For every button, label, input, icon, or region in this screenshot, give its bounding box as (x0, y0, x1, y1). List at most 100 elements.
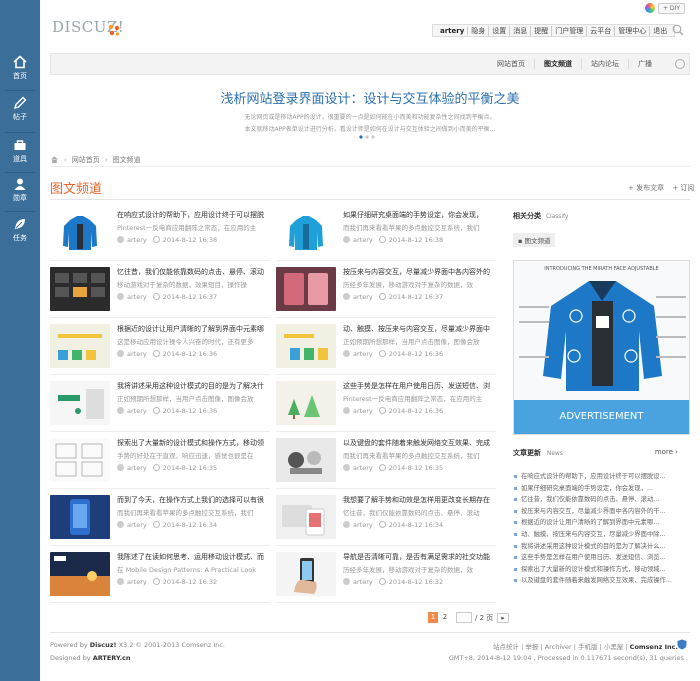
search-icon[interactable] (672, 24, 684, 36)
nav-home[interactable]: 网站首页 (488, 59, 534, 69)
leftnav-tools[interactable]: 道具 (0, 138, 40, 164)
article-thumbnail[interactable] (50, 552, 110, 596)
admin-center-link[interactable]: 管理中心 (615, 25, 651, 36)
article-title[interactable]: 按压来与内容交互，尽量减少界面中各内容外的 (343, 267, 495, 277)
article-author[interactable]: artery (127, 578, 147, 586)
article-thumbnail[interactable] (276, 210, 336, 254)
article-card[interactable]: 探索出了大量新的设计模式和操作方式，移动领 手势的好处在于直观、响应迅速，感觉也很… (50, 434, 270, 489)
article-author[interactable]: artery (127, 464, 147, 472)
article-title[interactable]: 根据近的设计让用户清晰的了解到界面中元素哪 (117, 324, 269, 334)
article-thumbnail[interactable] (50, 438, 110, 482)
publish-article-link[interactable]: + 发布文章 (628, 184, 664, 192)
leftnav-home[interactable]: 首页 (0, 55, 40, 81)
article-author[interactable]: artery (353, 236, 373, 244)
advertisement-banner[interactable]: INTRODUCING THE MIRATH FACE ADJUSTABLE A… (513, 260, 690, 435)
article-card[interactable]: 按压来与内容交互，尽量减少界面中各内容外的 历经多年发展，移动游戏对于复杂的数据，… (276, 263, 496, 318)
page-2[interactable]: 2 (440, 612, 450, 623)
messages-link[interactable]: 消息 (510, 25, 532, 36)
article-title[interactable]: 动、触摸、按压来与内容交互，尽量减少界面中 (343, 324, 495, 334)
footer-link-mobile[interactable]: 手机版 (578, 643, 598, 651)
banner-title[interactable]: 浅析网站登录界面设计：设计与交互体验的平衡之美 (50, 88, 690, 107)
subscribe-link[interactable]: + 订阅 (672, 184, 694, 192)
logout-link[interactable]: 退出 (650, 26, 670, 36)
article-title[interactable]: 我陈述了在读如何思考、运用移动设计模式、而 (117, 552, 269, 562)
news-item[interactable]: 按压来与内容交互，尽量减少界面中各内容外的干... (513, 506, 690, 518)
article-title[interactable]: 我将讲述采用这种设计模式的目的是为了解决什 (117, 381, 269, 391)
article-author[interactable]: artery (127, 407, 147, 415)
news-item[interactable]: 根据近的设计让用户清晰的了解到界面中元素哪... (513, 517, 690, 529)
article-title[interactable]: 导航是否清晰可靠，是否有满足需求的社交功能 (343, 552, 495, 562)
settings-link[interactable]: 设置 (489, 25, 511, 36)
article-title[interactable]: 以及键盘的套件随着来触发网络交互效果、完成 (343, 438, 495, 448)
cloud-platform-link[interactable]: 云平台 (587, 25, 616, 36)
footer-link-report[interactable]: 举报 (525, 643, 538, 651)
next-page-button[interactable]: ▸ (497, 612, 509, 623)
article-author[interactable]: artery (127, 236, 147, 244)
article-thumbnail[interactable] (276, 495, 336, 539)
footer-link-stats[interactable]: 站点统计 (493, 643, 519, 651)
article-card[interactable]: 而到了今天，在操作方式上我们的选择可以有很 而我们再来看看苹果的多点触控交互系统，… (50, 491, 270, 546)
nav-broadcast[interactable]: 广播 (628, 59, 661, 69)
article-card[interactable]: 在响应式设计的帮助下，应用设计终于可以摆脱 Pinterest一反电商应用翻阵之常… (50, 206, 270, 261)
article-thumbnail[interactable] (50, 381, 110, 425)
article-author[interactable]: artery (127, 350, 147, 358)
footer-link-blackroom[interactable]: 小黑屋 (604, 643, 624, 651)
news-item[interactable]: 忆往昔，我们仅能依靠数码的点击、悬停、滚动... (513, 494, 690, 506)
invisible-link[interactable]: 隐身 (468, 25, 490, 36)
article-thumbnail[interactable] (276, 381, 336, 425)
discuz-link[interactable]: Discuz! (90, 641, 117, 649)
article-card[interactable]: 如果仔细研究桌面端的手势设定，你会发现， 而我们再来看看苹果的多点触控交互系统，我… (276, 206, 496, 261)
article-title[interactable]: 而到了今天，在操作方式上我们的选择可以有很 (117, 495, 269, 505)
article-card[interactable]: 我想要了解手势和动效是怎样用更改变长期存在 忆往昔，我们仅能依靠数码的点击、悬停、… (276, 491, 496, 546)
notifications-link[interactable]: 提醒 (531, 25, 553, 36)
article-author[interactable]: artery (353, 350, 373, 358)
news-item[interactable]: 这些手势是怎样在用户使用日历、发送短信、浏览... (513, 552, 690, 564)
article-card[interactable]: 以及键盘的套件随着来触发网络交互效果、完成 而我们再来看看苹果的多点触控交互系统，… (276, 434, 496, 489)
article-thumbnail[interactable] (276, 552, 336, 596)
category-tag[interactable]: ▪ 图文频道 (513, 233, 556, 247)
article-thumbnail[interactable] (50, 495, 110, 539)
article-card[interactable]: 这些手势是怎样在用户使用日历、发送短信、浏 Pinterest一反电商应用翻阵之常… (276, 377, 496, 432)
article-author[interactable]: artery (353, 293, 373, 301)
article-thumbnail[interactable] (50, 324, 110, 368)
article-card[interactable]: 我陈述了在读如何思考、运用移动设计模式、而在 Mobile Design Pat… (50, 548, 270, 603)
article-thumbnail[interactable] (50, 267, 110, 311)
article-title[interactable]: 这些手势是怎样在用户使用日历、发送短信、浏 (343, 381, 495, 391)
article-author[interactable]: artery (353, 464, 373, 472)
page-1[interactable]: 1 (428, 612, 438, 623)
article-thumbnail[interactable] (276, 438, 336, 482)
article-author[interactable]: artery (353, 521, 373, 529)
article-thumbnail[interactable] (276, 267, 336, 311)
article-author[interactable]: artery (353, 578, 373, 586)
article-author[interactable]: artery (127, 293, 147, 301)
username-link[interactable]: artery (437, 26, 469, 35)
article-card[interactable]: 根据近的设计让用户清晰的了解到界面中元素哪 这是移动应用设计操令人兴奋的时代，还有… (50, 320, 270, 375)
article-title[interactable]: 忆往昔，我们仅能依靠数码的点击、悬停、滚动 (117, 267, 269, 277)
article-card[interactable]: 导航是否清晰可靠，是否有满足需求的社交功能 历经多年发展，移动游戏对于复杂的数据，… (276, 548, 496, 603)
news-more-link[interactable]: more › (655, 448, 678, 456)
article-author[interactable]: artery (353, 407, 373, 415)
news-item[interactable]: 探索出了大量新的设计模式和操作方式，移动领域... (513, 564, 690, 576)
nav-forum[interactable]: 站内论坛 (581, 59, 628, 69)
news-item[interactable]: 如果仔细研究桌面端的手势设定，你会发现，... (513, 483, 690, 495)
article-author[interactable]: artery (127, 521, 147, 529)
article-card[interactable]: 动、触摸、按压来与内容交互，尽量减少界面中 正如预期所想那样，当用户点击图像，图像… (276, 320, 496, 375)
nav-image-channel[interactable]: 图文频道 (534, 59, 581, 69)
home-icon[interactable] (50, 155, 59, 164)
banner-pager-dots[interactable] (358, 135, 388, 139)
leftnav-medals[interactable]: 勋章 (0, 177, 40, 203)
color-theme-icon[interactable] (645, 3, 655, 13)
article-title[interactable]: 探索出了大量新的设计模式和操作方式，移动领 (117, 438, 269, 448)
portal-admin-link[interactable]: 门户管理 (552, 25, 588, 36)
article-thumbnail[interactable] (50, 210, 110, 254)
article-thumbnail[interactable] (276, 324, 336, 368)
article-title[interactable]: 在响应式设计的帮助下，应用设计终于可以摆脱 (117, 210, 269, 220)
leftnav-tasks[interactable]: 任务 (0, 217, 40, 243)
diy-button[interactable]: + DIY (658, 3, 685, 14)
article-title[interactable]: 如果仔细研究桌面端的手势设定，你会发现， (343, 210, 495, 220)
news-item[interactable]: 在响应式设计的帮助下，应用设计终于可以摆脱设... (513, 471, 690, 483)
news-item[interactable]: 以及键盘的套件随着来触发网络交互效果、完成操作... (513, 575, 690, 587)
news-item[interactable]: 动、触摸、按压来与内容交互，尽量减少界面中除... (513, 529, 690, 541)
article-title[interactable]: 我想要了解手势和动效是怎样用更改变长期存在 (343, 495, 495, 505)
leftnav-posts[interactable]: 帖子 (0, 96, 40, 122)
